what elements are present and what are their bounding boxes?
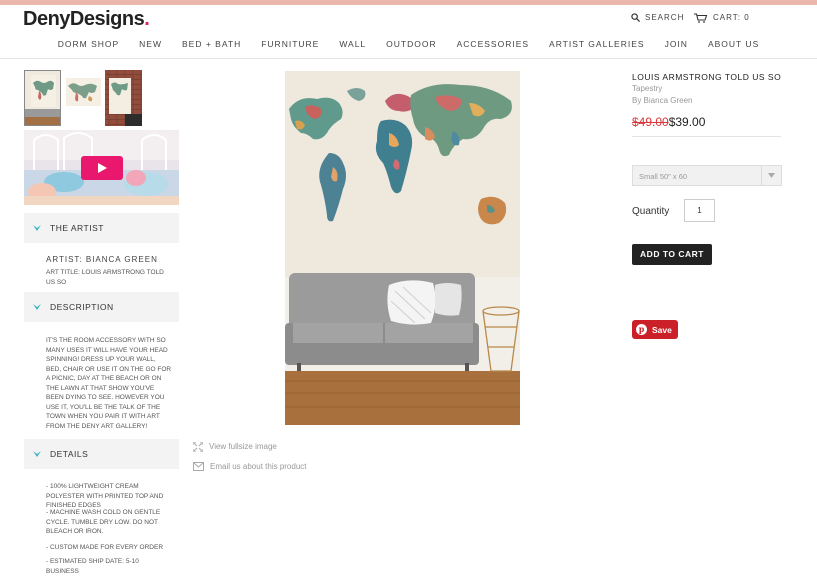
nav-item-accessories[interactable]: ACCESSORIES [447,39,539,58]
size-select-value: Small 50" x 60 [639,172,688,181]
accordion-title: THE ARTIST [50,223,104,233]
product-price: $49.00$39.00 [632,115,705,129]
artist-name: ARTIST: BIANCA GREEN [46,255,158,264]
nav-item-join[interactable]: JOIN [655,39,698,58]
search-icon [631,13,640,23]
mail-icon [193,462,204,472]
chevron-down-icon [33,451,41,457]
details-item: - MACHINE WASH COLD ON GENTLE CYCLE. TUM… [46,509,161,535]
description-text: IT'S THE ROOM ACCESSORY WITH SO MANY USE… [46,337,172,430]
main-nav: DORM SHOP NEW BED + BATH FURNITURE WALL … [0,39,817,59]
email-product-link[interactable]: Email us about this product [193,462,307,472]
view-fullsize-link[interactable]: View fullsize image [192,441,277,453]
add-to-cart-button[interactable]: ADD TO CART [632,244,712,265]
top-accent-bar [0,0,817,5]
cart-icon [694,13,708,23]
product-video[interactable] [24,130,179,205]
details-item: - 100% LIGHTWEIGHT CREAM POLYESTER WITH … [46,483,164,509]
nav-item-dorm-shop[interactable]: DORM SHOP [48,39,129,58]
details-item: - CUSTOM MADE FOR EVERY ORDER [46,544,164,551]
chevron-down-icon [33,225,41,231]
details-item: - ESTIMATED SHIP DATE: 5-10 BUSINESS [46,558,139,575]
accordion-title: DESCRIPTION [50,302,114,312]
pinterest-save-button[interactable]: p Save [632,320,678,339]
divider [632,136,781,137]
email-product-label: Email us about this product [210,462,307,471]
chevron-down-icon [33,304,41,310]
view-fullsize-label: View fullsize image [209,442,277,452]
cart-label: CART: 0 [713,13,750,23]
old-price: $49.00 [632,115,669,129]
quantity-input[interactable]: 1 [684,199,715,222]
accordion-description[interactable]: DESCRIPTION [24,292,179,322]
product-title: LOUIS ARMSTRONG TOLD US SO [632,72,782,82]
sale-price: $39.00 [668,115,706,129]
search-link[interactable]: SEARCH [631,13,685,23]
product-artist: By Bianca Green [632,96,693,105]
cart-link[interactable]: CART: 0 [694,13,750,23]
quantity-label: Quantity [632,206,670,217]
nav-item-new[interactable]: NEW [129,39,172,58]
product-thumbnail-2[interactable] [65,70,102,126]
nav-item-artist-galleries[interactable]: ARTIST GALLERIES [539,39,655,58]
search-label: SEARCH [645,13,685,22]
accordion-title: DETAILS [50,449,89,459]
select-arrow[interactable] [761,166,781,185]
accordion-details[interactable]: DETAILS [24,439,179,469]
nav-item-outdoor[interactable]: OUTDOOR [376,39,446,58]
product-type: Tapestry [632,84,663,93]
product-thumbnail-1[interactable] [24,70,61,126]
size-select[interactable]: Small 50" x 60 [632,165,782,186]
nav-item-about-us[interactable]: ABOUT US [698,39,769,58]
product-thumbnail-3[interactable] [105,70,142,126]
play-button[interactable] [81,156,123,180]
expand-icon [192,441,204,453]
art-title: ART TITLE: LOUIS ARMSTRONG TOLD US SO [46,269,164,286]
brand-logo[interactable]: DenyDesigns. [23,8,150,31]
pinterest-save-label: Save [652,324,672,335]
play-icon [98,163,107,173]
nav-item-bed-bath[interactable]: BED + BATH [172,39,251,58]
nav-item-wall[interactable]: WALL [329,39,376,58]
accordion-the-artist[interactable]: THE ARTIST [24,213,179,243]
pinterest-icon: p [636,324,647,335]
product-main-image[interactable] [285,71,520,425]
nav-item-furniture[interactable]: FURNITURE [251,39,329,58]
chevron-down-icon [768,173,775,178]
